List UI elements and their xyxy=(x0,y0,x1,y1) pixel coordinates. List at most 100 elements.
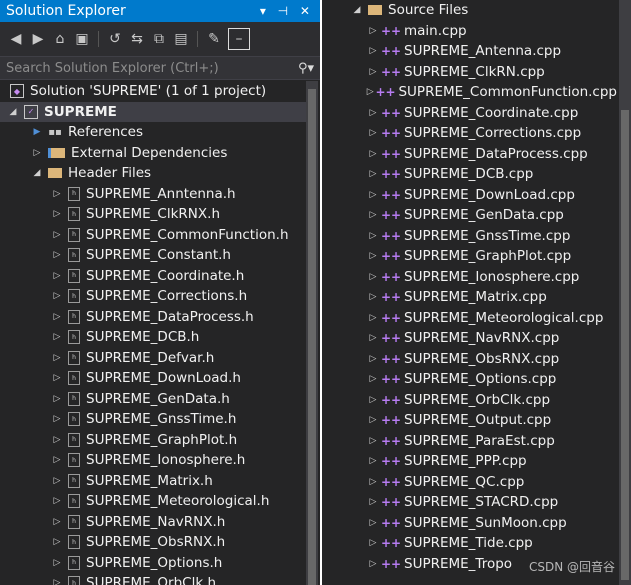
back-icon[interactable]: ◀ xyxy=(8,31,24,47)
home-icon[interactable]: ⌂ xyxy=(52,31,68,47)
file-row[interactable]: ▷ h SUPREME_CommonFunction.h xyxy=(0,225,306,246)
file-row[interactable]: ▷ ++ SUPREME_CommonFunction.cpp xyxy=(322,82,617,103)
scrollbar-thumb[interactable] xyxy=(308,89,316,585)
collapse-arrow-icon[interactable]: ▷ xyxy=(366,128,380,138)
file-row[interactable]: ▷ ++ SUPREME_ParaEst.cpp xyxy=(322,431,617,452)
file-row[interactable]: ▷ h SUPREME_DownLoad.h xyxy=(0,368,306,389)
preview-icon[interactable]: – xyxy=(228,28,250,50)
file-row[interactable]: ▷ ++ SUPREME_STACRD.cpp xyxy=(322,492,617,513)
collapse-arrow-icon[interactable]: ▷ xyxy=(366,497,380,507)
tree-row-header-files[interactable]: ◢ Header Files xyxy=(0,163,306,184)
scrollbar-thumb[interactable] xyxy=(621,110,629,580)
file-row[interactable]: ▷ h SUPREME_Constant.h xyxy=(0,245,306,266)
file-row[interactable]: ▷ ++ SUPREME_Coordinate.cpp xyxy=(322,103,617,124)
file-row[interactable]: ▷ ++ SUPREME_DownLoad.cpp xyxy=(322,185,617,206)
file-row[interactable]: ▷ h SUPREME_Options.h xyxy=(0,553,306,574)
file-row[interactable]: ▷ h SUPREME_Matrix.h xyxy=(0,471,306,492)
collapse-arrow-icon[interactable]: ▷ xyxy=(50,455,64,465)
file-row[interactable]: ▷ h SUPREME_GnssTime.h xyxy=(0,409,306,430)
collapse-arrow-icon[interactable]: ▷ xyxy=(50,435,64,445)
file-row[interactable]: ▷ ++ SUPREME_PPP.cpp xyxy=(322,451,617,472)
collapse-arrow-icon[interactable]: ▷ xyxy=(366,26,380,36)
file-row[interactable]: ▷ ++ main.cpp xyxy=(322,21,617,42)
file-row[interactable]: ▷ h SUPREME_Coordinate.h xyxy=(0,266,306,287)
file-row[interactable]: ▷ ++ SUPREME_OrbClk.cpp xyxy=(322,390,617,411)
collapse-arrow-icon[interactable]: ▷ xyxy=(50,291,64,301)
collapse-arrow-icon[interactable]: ▷ xyxy=(366,190,380,200)
file-row[interactable]: ▷ ++ SUPREME_ObsRNX.cpp xyxy=(322,349,617,370)
file-row[interactable]: ▷ h SUPREME_Anntenna.h xyxy=(0,184,306,205)
collapse-arrow-icon[interactable]: ▷ xyxy=(50,476,64,486)
file-row[interactable]: ▷ ++ SUPREME_SunMoon.cpp xyxy=(322,513,617,534)
expand-arrow-icon[interactable]: ◢ xyxy=(30,168,44,178)
file-row[interactable]: ▷ h SUPREME_DCB.h xyxy=(0,327,306,348)
collapse-arrow-icon[interactable]: ▷ xyxy=(366,415,380,425)
collapse-arrow-icon[interactable]: ▷ xyxy=(50,414,64,424)
file-row[interactable]: ▷ ++ SUPREME_Options.cpp xyxy=(322,369,617,390)
collapse-arrow-icon[interactable]: ▷ xyxy=(366,395,380,405)
sync-icon[interactable]: ⇆ xyxy=(129,31,145,47)
file-row[interactable]: ▷ h SUPREME_Corrections.h xyxy=(0,286,306,307)
file-row[interactable]: ▷ h SUPREME_GraphPlot.h xyxy=(0,430,306,451)
collapse-arrow-icon[interactable]: ▷ xyxy=(366,231,380,241)
left-scrollbar[interactable] xyxy=(306,81,318,585)
right-scrollbar[interactable] xyxy=(619,0,631,585)
collapse-arrow-icon[interactable]: ▷ xyxy=(366,292,380,302)
file-row[interactable]: ▷ ++ SUPREME_GenData.cpp xyxy=(322,205,617,226)
collapse-arrow-icon[interactable]: ▷ xyxy=(366,87,374,97)
collapse-arrow-icon[interactable]: ▷ xyxy=(366,559,380,569)
collapse-arrow-icon[interactable]: ▷ xyxy=(366,149,380,159)
collapse-arrow-icon[interactable]: ▷ xyxy=(50,353,64,363)
file-row[interactable]: ▷ h SUPREME_OrbClk.h xyxy=(0,573,306,585)
file-row[interactable]: ▷ ++ SUPREME_Ionosphere.cpp xyxy=(322,267,617,288)
tree-row-source-files[interactable]: ◢ Source Files xyxy=(322,0,617,21)
collapse-arrow-icon[interactable]: ▷ xyxy=(50,271,64,281)
expand-arrow-icon[interactable]: ◢ xyxy=(350,5,364,15)
file-row[interactable]: ▷ ++ SUPREME_GraphPlot.cpp xyxy=(322,246,617,267)
file-row[interactable]: ▷ ++ SUPREME_NavRNX.cpp xyxy=(322,328,617,349)
tree-row-external[interactable]: ▷ External Dependencies xyxy=(0,143,306,164)
search-bar[interactable]: Search Solution Explorer (Ctrl+;) ⚲▾ xyxy=(0,56,320,80)
collapse-arrow-icon[interactable]: ▷ xyxy=(50,230,64,240)
collapse-arrow-icon[interactable]: ▷ xyxy=(366,477,380,487)
history-icon[interactable]: ↺ xyxy=(107,31,123,47)
collapse-arrow-icon[interactable]: ▷ xyxy=(366,436,380,446)
collapse-arrow-icon[interactable]: ▷ xyxy=(50,394,64,404)
collapse-arrow-icon[interactable]: ▷ xyxy=(50,537,64,547)
collapse-arrow-icon[interactable]: ▷ xyxy=(366,46,380,56)
tree-row-solution[interactable]: ◆ Solution 'SUPREME' (1 of 1 project) xyxy=(0,81,306,102)
file-row[interactable]: ▷ ++ SUPREME_Tide.cpp xyxy=(322,533,617,554)
collapse-arrow-icon[interactable]: ▷ xyxy=(50,250,64,260)
collapse-arrow-icon[interactable]: ▷ xyxy=(50,332,64,342)
file-row[interactable]: ▷ h SUPREME_Defvar.h xyxy=(0,348,306,369)
tree-row-project[interactable]: ◢ ✓ SUPREME xyxy=(0,101,306,122)
collapse-arrow-icon[interactable]: ▷ xyxy=(50,558,64,568)
collapse-arrow-icon[interactable]: ▷ xyxy=(366,67,380,77)
file-row[interactable]: ▷ h SUPREME_Meteorological.h xyxy=(0,491,306,512)
collapse-arrow-icon[interactable]: ▷ xyxy=(366,251,380,261)
file-row[interactable]: ▷ ++ SUPREME_ClkRN.cpp xyxy=(322,62,617,83)
collapse-arrow-icon[interactable]: ▷ xyxy=(50,496,64,506)
search-icon[interactable]: ⚲▾ xyxy=(298,61,314,76)
show-all-icon[interactable]: ▤ xyxy=(173,31,189,47)
collapse-arrow-icon[interactable]: ▷ xyxy=(366,374,380,384)
collapse-arrow-icon[interactable]: ▷ xyxy=(50,373,64,383)
collapse-arrow-icon[interactable]: ▷ xyxy=(366,333,380,343)
file-row[interactable]: ▷ ++ SUPREME_Corrections.cpp xyxy=(322,123,617,144)
collapse-arrow-icon[interactable]: ▷ xyxy=(50,189,64,199)
collapse-arrow-icon[interactable]: ▷ xyxy=(50,578,64,585)
file-row[interactable]: ▷ ++ SUPREME_Matrix.cpp xyxy=(322,287,617,308)
file-row[interactable]: ▷ h SUPREME_ObsRNX.h xyxy=(0,532,306,553)
collapse-arrow-icon[interactable]: ▷ xyxy=(366,272,380,282)
file-row[interactable]: ▷ ++ SUPREME_QC.cpp xyxy=(322,472,617,493)
file-row[interactable]: ▷ ++ SUPREME_Meteorological.cpp xyxy=(322,308,617,329)
collapse-icon[interactable]: ⧉ xyxy=(151,31,167,47)
search-input[interactable]: Search Solution Explorer (Ctrl+;) xyxy=(6,61,298,76)
file-row[interactable]: ▷ h SUPREME_Ionosphere.h xyxy=(0,450,306,471)
file-row[interactable]: ▷ h SUPREME_NavRNX.h xyxy=(0,512,306,533)
file-row[interactable]: ▷ ++ SUPREME_DCB.cpp xyxy=(322,164,617,185)
collapse-arrow-icon[interactable]: ▷ xyxy=(50,312,64,322)
forward-icon[interactable]: ▶ xyxy=(30,31,46,47)
file-row[interactable]: ▷ h SUPREME_GenData.h xyxy=(0,389,306,410)
title-buttons[interactable]: ▾ ⊣ ✕ xyxy=(260,0,314,22)
